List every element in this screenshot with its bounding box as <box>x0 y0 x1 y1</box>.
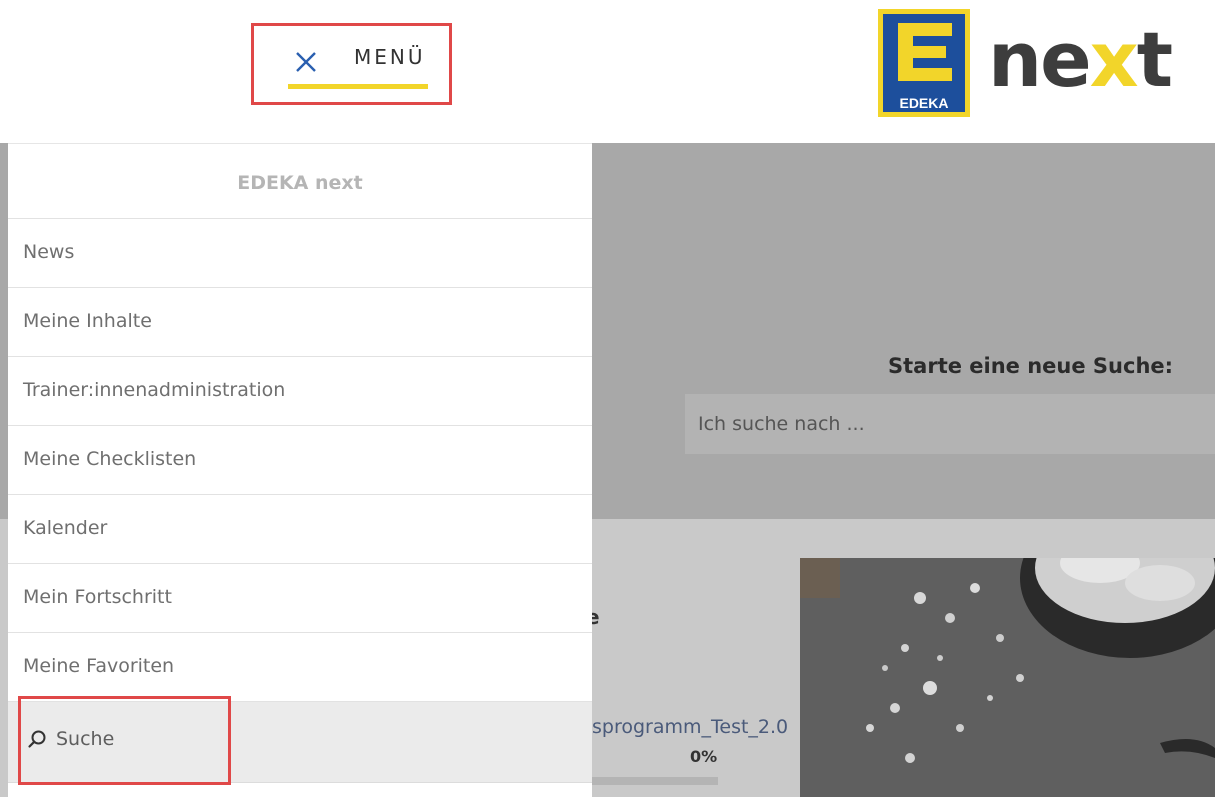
wordmark-post: t <box>1136 15 1173 104</box>
search-label: Suche <box>56 728 115 750</box>
nav-item-news[interactable]: News <box>8 219 592 288</box>
menu-underline <box>288 84 428 89</box>
search-icon <box>28 730 46 748</box>
search-heading: Starte eine neue Suche: <box>888 354 1174 378</box>
nav-list: News Meine Inhalte Trainer:innenadminist… <box>8 219 592 785</box>
edeka-next-logo[interactable]: EDEKA next <box>878 9 1188 119</box>
nav-item-suche[interactable]: Suche <box>8 696 592 785</box>
course-progress-bar <box>592 777 718 785</box>
close-icon <box>296 52 316 72</box>
page-header: MENÜ EDEKA next <box>0 0 1215 143</box>
next-wordmark: next <box>988 15 1173 105</box>
nav-item-mein-fortschritt[interactable]: Mein Fortschritt <box>8 564 592 633</box>
drawer-title: EDEKA next <box>8 144 592 219</box>
nav-item-meine-favoriten[interactable]: Meine Favoriten <box>8 633 592 702</box>
search-link[interactable]: Suche <box>27 728 114 750</box>
wordmark-pre: ne <box>988 15 1092 104</box>
nav-item-meine-inhalte[interactable]: Meine Inhalte <box>8 288 592 357</box>
nav-item-trainer-administration[interactable]: Trainer:innenadministration <box>8 357 592 426</box>
search-input[interactable] <box>685 394 1215 454</box>
nav-item-kalender[interactable]: Kalender <box>8 495 592 564</box>
wordmark-x: x <box>1089 15 1139 104</box>
menu-toggle-button[interactable]: MENÜ <box>251 23 452 105</box>
menu-label: MENÜ <box>354 45 426 69</box>
edeka-badge-text: EDEKA <box>899 95 948 111</box>
nav-item-meine-checklisten[interactable]: Meine Checklisten <box>8 426 592 495</box>
edeka-logo-icon: EDEKA <box>878 9 970 117</box>
course-progress-text: 0% <box>690 747 718 766</box>
salt-photo-image <box>800 558 1215 797</box>
course-title-link[interactable]: sprogramm_Test_2.0 <box>592 716 806 738</box>
navigation-drawer: EDEKA next News Meine Inhalte Trainer:in… <box>8 143 592 797</box>
